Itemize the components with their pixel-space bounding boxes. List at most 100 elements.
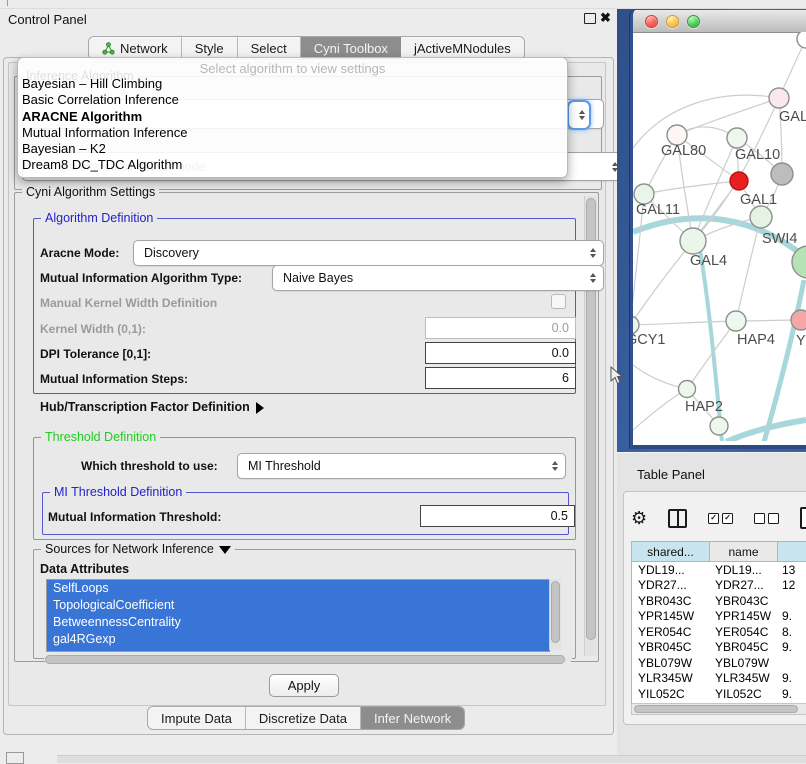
column-header-shared[interactable]: shared... bbox=[632, 542, 710, 562]
table-row[interactable]: YBR043CYBR043C bbox=[632, 593, 806, 609]
clear-checks-icon[interactable] bbox=[754, 513, 779, 524]
hub-definition-toggle[interactable]: Hub/Transcription Factor Definition bbox=[40, 400, 264, 414]
label-hap2: HAP2 bbox=[685, 399, 723, 415]
which-threshold-combo[interactable]: MI Threshold bbox=[237, 453, 566, 479]
attributes-horizontal-scrollbar-thumb[interactable] bbox=[45, 655, 565, 664]
control-panel: Control Panel ✖ Network Style Select Cyn… bbox=[0, 0, 617, 762]
manual-kernel-width-checkbox[interactable] bbox=[551, 294, 566, 309]
network-window-titlebar[interactable] bbox=[633, 10, 806, 33]
table-row[interactable]: YBR045CYBR045C9. bbox=[632, 640, 806, 656]
list-item-betweennesscentrality[interactable]: BetweennessCentrality bbox=[47, 614, 550, 631]
table-row[interactable]: YDR27...YDR27...12 bbox=[632, 578, 806, 594]
table-toolbar: ⚙ ✓✓ bbox=[631, 505, 806, 531]
mi-steps-input[interactable]: 6 bbox=[425, 367, 576, 389]
list-item-gal4rgexp[interactable]: gal4RGexp bbox=[47, 631, 550, 648]
sources-group-title[interactable]: Sources for Network Inference bbox=[41, 542, 235, 556]
node-gal-partial bbox=[769, 88, 789, 108]
expand-right-icon bbox=[256, 402, 264, 414]
dropdown-item-mutual-information[interactable]: Mutual Information Inference bbox=[18, 125, 567, 141]
table-panel-title: Table Panel bbox=[637, 467, 705, 482]
dropdown-item-bayesian-hill-climbing[interactable]: Bayesian – Hill Climbing bbox=[18, 76, 567, 92]
tab-cyni-toolbox[interactable]: Cyni Toolbox bbox=[301, 37, 401, 59]
zoom-traffic-light[interactable] bbox=[687, 15, 700, 28]
mi-threshold-label: Mutual Information Threshold: bbox=[48, 510, 221, 524]
top-left-tick bbox=[7, 0, 8, 6]
dropdown-item-basic-correlation[interactable]: Basic Correlation Inference bbox=[18, 92, 567, 108]
tab-jactivemnodules-label: jActiveMNodules bbox=[414, 41, 511, 56]
table-row[interactable]: YLR345WYLR345W9. bbox=[632, 671, 806, 687]
hub-definition-label: Hub/Transcription Factor Definition bbox=[40, 400, 250, 414]
table-row[interactable]: YDL19...YDL19...13 bbox=[632, 562, 806, 578]
column-header-name[interactable]: name bbox=[710, 542, 778, 562]
close-icon[interactable]: ✖ bbox=[600, 12, 611, 24]
label-gal1: GAL1 bbox=[740, 192, 777, 208]
tab-select[interactable]: Select bbox=[238, 37, 301, 59]
attributes-vertical-scrollbar[interactable] bbox=[549, 579, 561, 650]
minimize-traffic-light[interactable] bbox=[666, 15, 679, 28]
table-row[interactable]: YER054CYER054C8. bbox=[632, 624, 806, 640]
table-row[interactable]: YBL079WYBL079W bbox=[632, 655, 806, 671]
dropdown-item-aracne[interactable]: ARACNE Algorithm bbox=[18, 109, 567, 125]
list-item-selfloops[interactable]: SelfLoops bbox=[47, 580, 550, 597]
list-item-topologicalcoefficient[interactable]: TopologicalCoefficient bbox=[47, 597, 550, 614]
mi-algorithm-type-value: Naive Bayes bbox=[283, 271, 353, 285]
tab-cyni-toolbox-label: Cyni Toolbox bbox=[314, 41, 388, 56]
dropdown-item-bayesian-k2[interactable]: Bayesian – K2 bbox=[18, 141, 567, 157]
dropdown-item-dream8[interactable]: Dream8 DC_TDC Algorithm bbox=[18, 157, 567, 173]
kernel-width-label: Kernel Width (0,1): bbox=[40, 322, 146, 336]
node-gal11 bbox=[634, 184, 654, 204]
data-attributes-list[interactable]: SelfLoops TopologicalCoefficient Between… bbox=[46, 579, 550, 652]
label-gal4: GAL4 bbox=[690, 253, 727, 269]
mi-threshold-definition-title: MI Threshold Definition bbox=[50, 485, 186, 499]
label-hap4: HAP4 bbox=[737, 332, 775, 348]
attributes-vertical-scrollbar-thumb[interactable] bbox=[551, 581, 560, 643]
network-node-labels: GAL GAL80 GAL10 GAL1 GAL11 SWI4 GAL4 GCY… bbox=[633, 109, 806, 415]
tab-select-label: Select bbox=[251, 41, 287, 56]
gear-icon[interactable]: ⚙ bbox=[631, 509, 647, 527]
attributes-horizontal-scrollbar[interactable] bbox=[44, 654, 572, 663]
dpi-tolerance-input[interactable]: 0.0 bbox=[425, 342, 576, 364]
which-threshold-label: Which threshold to use: bbox=[81, 459, 218, 473]
tab-jactivemnodules[interactable]: jActiveMNodules bbox=[401, 37, 524, 59]
node-gal80 bbox=[667, 125, 687, 145]
docked-panel-icon[interactable] bbox=[6, 752, 24, 764]
column-header-third[interactable] bbox=[778, 542, 806, 562]
select-all-checks-icon[interactable]: ✓✓ bbox=[708, 513, 733, 524]
algorithm-definition-title: Algorithm Definition bbox=[41, 211, 157, 225]
node-red bbox=[730, 172, 748, 190]
apply-button[interactable]: Apply bbox=[269, 674, 339, 697]
algorithm-select-combo-arrow-focused[interactable] bbox=[567, 100, 591, 130]
node-top-partial bbox=[797, 32, 806, 48]
file-icon[interactable] bbox=[800, 507, 806, 529]
table-horizontal-scrollbar[interactable] bbox=[631, 703, 806, 715]
mi-threshold-input[interactable]: 0.5 bbox=[420, 505, 575, 527]
node-hap2 bbox=[679, 381, 696, 398]
split-columns-icon[interactable] bbox=[668, 509, 687, 528]
app-root: { "window": { "title": "Control Panel" }… bbox=[0, 0, 806, 762]
which-threshold-value: MI Threshold bbox=[248, 459, 321, 473]
network-graph[interactable]: GAL GAL80 GAL10 GAL1 GAL11 SWI4 GAL4 GCY… bbox=[633, 32, 806, 441]
tab-discretize-data[interactable]: Discretize Data bbox=[246, 707, 361, 729]
label-swi4: SWI4 bbox=[762, 231, 797, 247]
close-traffic-light[interactable] bbox=[645, 15, 658, 28]
table-panel: Table Panel ⚙ ✓✓ shared... name YDL19...… bbox=[617, 452, 806, 763]
attribute-table: shared... name YDL19...YDL19...13 YDR27.… bbox=[631, 541, 806, 705]
mouse-cursor bbox=[610, 366, 624, 386]
aracne-mode-combo[interactable]: Discovery bbox=[133, 240, 604, 266]
tab-infer-network-label: Infer Network bbox=[374, 711, 451, 726]
mi-algorithm-type-label: Mutual Information Algorithm Type: bbox=[40, 271, 242, 285]
float-window-icon[interactable] bbox=[584, 13, 596, 24]
table-row[interactable]: YPR145WYPR145W9. bbox=[632, 609, 806, 625]
node-gal1 bbox=[750, 206, 772, 228]
tab-style[interactable]: Style bbox=[182, 37, 238, 59]
table-row[interactable]: YIL052CYIL052C9. bbox=[632, 686, 806, 702]
tab-impute-data[interactable]: Impute Data bbox=[148, 707, 246, 729]
tab-infer-network[interactable]: Infer Network bbox=[361, 707, 464, 729]
table-horizontal-scrollbar-thumb[interactable] bbox=[634, 705, 798, 713]
tab-network[interactable]: Network bbox=[89, 37, 182, 59]
kernel-width-input[interactable]: 0.0 bbox=[425, 317, 576, 339]
table-body: YDL19...YDL19...13 YDR27...YDR27...12 YB… bbox=[632, 562, 806, 702]
label-y-partial: Y bbox=[796, 333, 806, 349]
threshold-definition-title: Threshold Definition bbox=[41, 430, 160, 444]
mi-algorithm-type-combo[interactable]: Naive Bayes bbox=[272, 265, 604, 291]
